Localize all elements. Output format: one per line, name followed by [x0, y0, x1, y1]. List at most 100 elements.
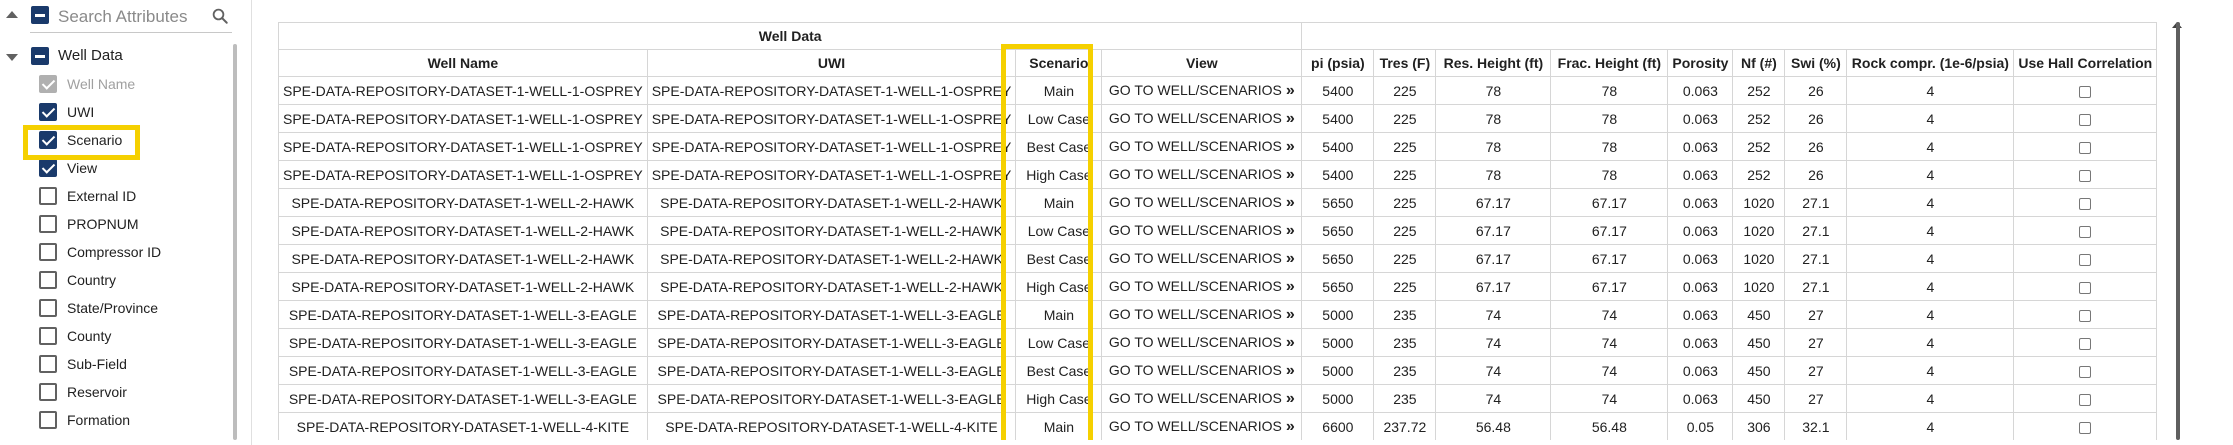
use-hall-correlation-checkbox[interactable]	[2079, 281, 2092, 294]
view-link[interactable]: GO TO WELL/SCENARIOS»	[1101, 412, 1303, 440]
attribute-checkbox[interactable]	[39, 187, 57, 205]
attribute-checkbox[interactable]	[39, 159, 57, 177]
view-link[interactable]: GO TO WELL/SCENARIOS»	[1101, 76, 1303, 105]
attribute-checkbox[interactable]	[39, 243, 57, 261]
attribute-item[interactable]: Formation	[0, 408, 230, 432]
attribute-item[interactable]: External ID	[0, 184, 230, 208]
view-link[interactable]: GO TO WELL/SCENARIOS»	[1101, 188, 1303, 217]
pi-cell: 5400	[1301, 76, 1375, 105]
view-link[interactable]: GO TO WELL/SCENARIOS»	[1101, 272, 1303, 301]
frac-height-cell: 78	[1550, 76, 1669, 105]
use-hall-correlation-cell	[2013, 244, 2158, 273]
use-hall-correlation-checkbox[interactable]	[2079, 365, 2092, 378]
column-header[interactable]: Nf (#)	[1732, 49, 1786, 77]
attribute-item[interactable]: Country	[0, 268, 230, 292]
well-name-cell: SPE-DATA-REPOSITORY-DATASET-1-WELL-3-EAG…	[278, 384, 648, 413]
expand-group-icon[interactable]	[6, 54, 18, 61]
res-height-cell: 78	[1435, 104, 1552, 133]
search-icon[interactable]	[211, 7, 229, 25]
view-link[interactable]: GO TO WELL/SCENARIOS»	[1101, 356, 1303, 385]
table-row[interactable]: SPE-DATA-REPOSITORY-DATASET-1-WELL-3-EAG…	[278, 384, 2158, 413]
use-hall-correlation-checkbox[interactable]	[2079, 421, 2092, 434]
table-row[interactable]: SPE-DATA-REPOSITORY-DATASET-1-WELL-1-OSP…	[278, 104, 2158, 133]
attribute-checkbox[interactable]	[39, 383, 57, 401]
column-header[interactable]: pi (psia)	[1301, 49, 1375, 77]
column-header[interactable]: Porosity	[1667, 49, 1734, 77]
use-hall-correlation-checkbox[interactable]	[2079, 225, 2092, 238]
column-header[interactable]: Rock compr. (1e-6/psia)	[1846, 49, 2015, 77]
attribute-group-well-data[interactable]: Well Data	[0, 44, 230, 68]
table-row[interactable]: SPE-DATA-REPOSITORY-DATASET-1-WELL-3-EAG…	[278, 328, 2158, 357]
porosity-cell: 0.063	[1667, 328, 1734, 357]
attribute-checkbox[interactable]	[39, 215, 57, 233]
column-header[interactable]: Use Hall Correlation	[2013, 49, 2158, 77]
table-row[interactable]: SPE-DATA-REPOSITORY-DATASET-1-WELL-1-OSP…	[278, 132, 2158, 161]
attribute-item[interactable]: Compressor ID	[0, 240, 230, 264]
view-link[interactable]: GO TO WELL/SCENARIOS»	[1101, 160, 1303, 189]
grid-scrollbar[interactable]	[2176, 22, 2180, 440]
column-header[interactable]: UWI	[646, 49, 1017, 77]
view-link[interactable]: GO TO WELL/SCENARIOS»	[1101, 300, 1303, 329]
frac-height-cell: 78	[1550, 160, 1669, 189]
well-name-cell: SPE-DATA-REPOSITORY-DATASET-1-WELL-3-EAG…	[278, 328, 648, 357]
attribute-checkbox[interactable]	[39, 103, 57, 121]
view-link[interactable]: GO TO WELL/SCENARIOS»	[1101, 384, 1303, 413]
view-link[interactable]: GO TO WELL/SCENARIOS»	[1101, 328, 1303, 357]
table-row[interactable]: SPE-DATA-REPOSITORY-DATASET-1-WELL-2-HAW…	[278, 188, 2158, 217]
column-header[interactable]: Well Name	[278, 49, 648, 77]
group-checkbox[interactable]	[31, 47, 49, 65]
attribute-checkbox[interactable]	[39, 355, 57, 373]
table-row[interactable]: SPE-DATA-REPOSITORY-DATASET-1-WELL-3-EAG…	[278, 300, 2158, 329]
use-hall-correlation-checkbox[interactable]	[2079, 253, 2092, 266]
attribute-checkbox[interactable]	[39, 327, 57, 345]
rock-compr-cell: 4	[1846, 300, 2015, 329]
table-row[interactable]: SPE-DATA-REPOSITORY-DATASET-1-WELL-4-KIT…	[278, 412, 2158, 440]
view-link[interactable]: GO TO WELL/SCENARIOS»	[1101, 216, 1303, 245]
panel-scrollbar[interactable]	[233, 44, 237, 440]
table-row[interactable]: SPE-DATA-REPOSITORY-DATASET-1-WELL-3-EAG…	[278, 356, 2158, 385]
attribute-item[interactable]: County	[0, 324, 230, 348]
column-header[interactable]: Swi (%)	[1784, 49, 1848, 77]
use-hall-correlation-checkbox[interactable]	[2079, 141, 2092, 154]
use-hall-correlation-checkbox[interactable]	[2079, 197, 2092, 210]
attribute-checkbox[interactable]	[39, 271, 57, 289]
rock-compr-cell: 4	[1846, 76, 2015, 105]
table-row[interactable]: SPE-DATA-REPOSITORY-DATASET-1-WELL-2-HAW…	[278, 272, 2158, 301]
view-link-label: GO TO WELL/SCENARIOS	[1108, 109, 1282, 126]
table-row[interactable]: SPE-DATA-REPOSITORY-DATASET-1-WELL-2-HAW…	[278, 244, 2158, 273]
attribute-item[interactable]: UWI	[0, 100, 230, 124]
table-row[interactable]: SPE-DATA-REPOSITORY-DATASET-1-WELL-2-HAW…	[278, 216, 2158, 245]
use-hall-correlation-checkbox[interactable]	[2079, 309, 2092, 322]
view-link-label: GO TO WELL/SCENARIOS	[1108, 417, 1282, 434]
select-all-checkbox[interactable]	[31, 6, 49, 24]
attribute-item[interactable]: Reservoir	[0, 380, 230, 404]
attribute-item[interactable]: State/Province	[0, 296, 230, 320]
use-hall-correlation-cell	[2013, 412, 2158, 440]
column-header[interactable]: Frac. Height (ft)	[1550, 49, 1669, 77]
table-row[interactable]: SPE-DATA-REPOSITORY-DATASET-1-WELL-1-OSP…	[278, 160, 2158, 189]
view-link[interactable]: GO TO WELL/SCENARIOS»	[1101, 132, 1303, 161]
porosity-cell: 0.063	[1667, 300, 1734, 329]
use-hall-correlation-checkbox[interactable]	[2079, 85, 2092, 98]
search-input[interactable]	[58, 4, 208, 30]
table-row[interactable]: SPE-DATA-REPOSITORY-DATASET-1-WELL-1-OSP…	[278, 76, 2158, 105]
use-hall-correlation-checkbox[interactable]	[2079, 113, 2092, 126]
use-hall-correlation-checkbox[interactable]	[2079, 337, 2092, 350]
attribute-item[interactable]: Sub-Field	[0, 352, 230, 376]
view-link-label: GO TO WELL/SCENARIOS	[1108, 137, 1282, 154]
uwi-cell: SPE-DATA-REPOSITORY-DATASET-1-WELL-1-OSP…	[646, 104, 1017, 133]
column-header[interactable]: Tres (F)	[1373, 49, 1437, 77]
pi-cell: 5400	[1301, 160, 1375, 189]
column-header[interactable]: View	[1101, 49, 1303, 77]
attribute-item[interactable]: PROPNUM	[0, 212, 230, 236]
collapse-all-icon[interactable]	[6, 11, 18, 18]
view-link[interactable]: GO TO WELL/SCENARIOS»	[1101, 104, 1303, 133]
column-header[interactable]: Res. Height (ft)	[1435, 49, 1552, 77]
use-hall-correlation-checkbox[interactable]	[2079, 393, 2092, 406]
attribute-checkbox[interactable]	[39, 299, 57, 317]
view-link[interactable]: GO TO WELL/SCENARIOS»	[1101, 244, 1303, 273]
attribute-checkbox[interactable]	[39, 411, 57, 429]
attribute-item[interactable]: Well Name	[0, 72, 230, 96]
use-hall-correlation-checkbox[interactable]	[2079, 169, 2092, 182]
double-chevron-right-icon: »	[1285, 221, 1295, 239]
